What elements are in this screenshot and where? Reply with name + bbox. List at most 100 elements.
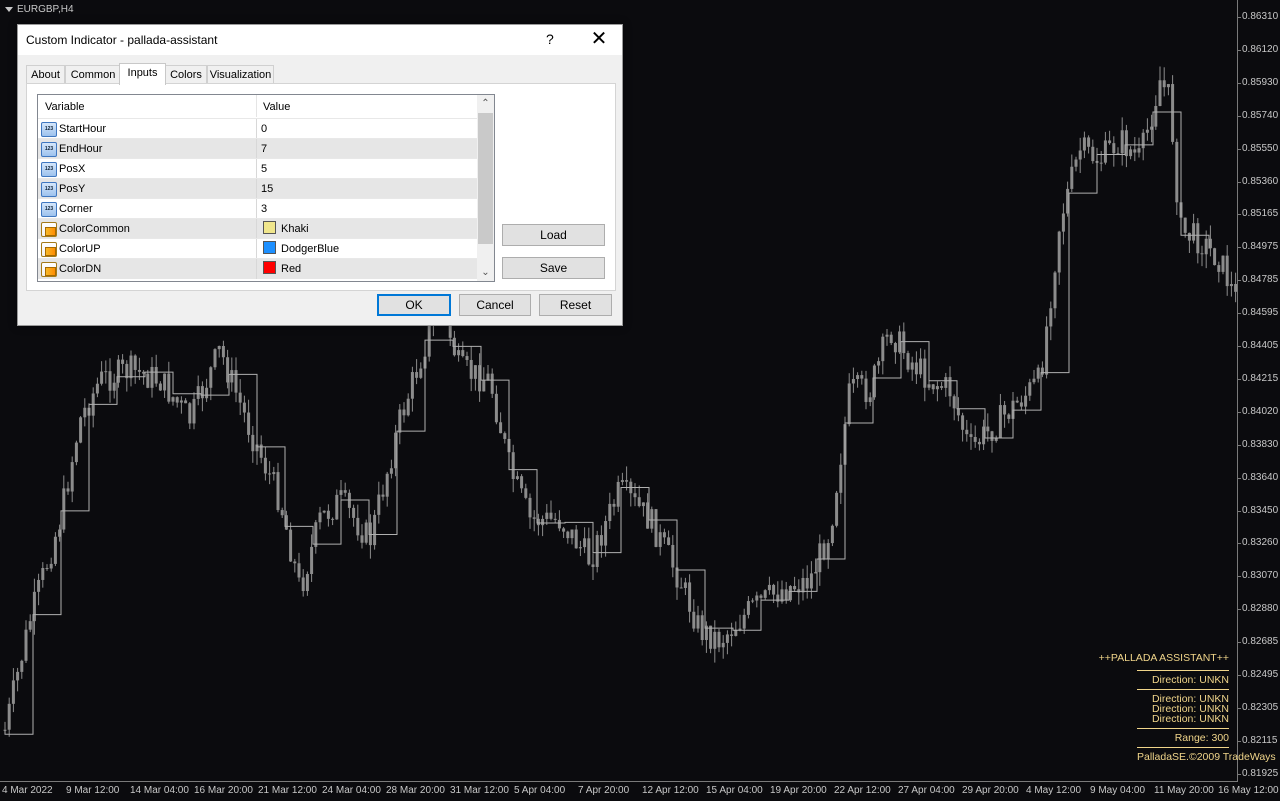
number-icon: 123 <box>41 162 57 177</box>
candle <box>629 478 633 507</box>
table-row[interactable]: 123 Corner 3 <box>38 198 477 219</box>
candle <box>314 519 318 554</box>
panel-range: Range: 300 <box>1174 732 1229 744</box>
candle <box>700 610 704 646</box>
column-divider <box>256 179 257 199</box>
panel-divider <box>1137 670 1229 671</box>
tab-colors[interactable]: Colors <box>165 65 207 84</box>
candle <box>41 562 45 588</box>
candle <box>171 396 175 406</box>
candle <box>1213 247 1217 266</box>
candle <box>1217 261 1221 283</box>
variable-name: PosY <box>59 183 86 195</box>
candle <box>188 402 192 430</box>
candle <box>150 357 154 398</box>
candle <box>205 378 209 402</box>
table-row[interactable]: ColorDN Red <box>38 258 477 279</box>
table-row[interactable]: ColorCommon Khaki <box>38 218 477 239</box>
number-icon: 123 <box>41 202 57 217</box>
candle <box>1133 137 1137 162</box>
load-button[interactable]: Load <box>502 224 605 246</box>
number-icon: 123 <box>41 122 57 137</box>
variable-value[interactable]: DodgerBlue <box>261 239 339 259</box>
table-row[interactable]: 123 PosY 15 <box>38 178 477 199</box>
candle <box>95 377 99 398</box>
price-axis[interactable]: 0.86310 0.86120 0.85930 0.85740 0.85550 0.853… <box>1237 0 1280 781</box>
variable-value[interactable]: 3 <box>261 199 267 219</box>
time-axis[interactable]: 4 Mar 2022 9 Mar 12:00 14 Mar 04:00 16 Mar … <box>0 781 1279 801</box>
variable-value[interactable]: Khaki <box>261 219 309 239</box>
variable-value[interactable]: 0 <box>261 119 267 139</box>
dialog-titlebar[interactable]: Custom Indicator - pallada-assistant ? ✕ <box>18 25 622 55</box>
column-variable-header[interactable]: Variable <box>45 95 85 117</box>
candle <box>247 399 251 443</box>
candle <box>977 438 981 451</box>
symbol-label[interactable]: EURGBP,H4 <box>5 4 74 15</box>
save-button[interactable]: Save <box>502 257 605 279</box>
help-icon[interactable]: ? <box>546 31 554 47</box>
time-label: 21 Mar 12:00 <box>258 785 317 796</box>
price-label: 0.84975 <box>1242 241 1279 253</box>
candle <box>402 402 406 423</box>
candle <box>469 346 473 392</box>
candle <box>965 419 969 442</box>
price-label: 0.82495 <box>1242 669 1279 680</box>
candle <box>263 446 267 481</box>
time-label: 7 Apr 20:00 <box>578 785 630 796</box>
column-divider <box>256 239 257 259</box>
scroll-down-icon[interactable]: ⌄ <box>477 264 494 281</box>
inputs-grid: Variable Value 123 StartHour 0 123 EndHo… <box>37 94 495 282</box>
table-row[interactable]: ColorUP DodgerBlue <box>38 238 477 259</box>
variable-value[interactable]: 15 <box>261 179 273 199</box>
reset-button[interactable]: Reset <box>539 294 612 316</box>
scroll-up-icon[interactable]: ⌃ <box>477 95 494 112</box>
candle <box>289 522 293 562</box>
candle <box>948 366 952 407</box>
candle <box>767 576 771 595</box>
variable-value[interactable]: 7 <box>261 139 267 159</box>
candle <box>419 362 423 380</box>
candle <box>66 481 70 495</box>
candle <box>1087 135 1091 154</box>
variable-value[interactable]: Red <box>261 259 301 279</box>
candle <box>100 361 104 386</box>
candle <box>524 483 528 500</box>
candle <box>486 365 490 381</box>
candle <box>973 425 977 448</box>
table-row[interactable]: 123 StartHour 0 <box>38 118 477 139</box>
price-tick <box>1237 247 1241 249</box>
column-value-header[interactable]: Value <box>263 95 290 117</box>
tab-visualization[interactable]: Visualization <box>207 65 274 84</box>
candle <box>1171 75 1175 145</box>
candle <box>360 524 364 549</box>
tab-inputs[interactable]: Inputs <box>119 63 166 85</box>
color-icon <box>41 242 57 257</box>
price-label: 0.85550 <box>1242 142 1279 154</box>
time-label: 12 Apr 12:00 <box>642 785 699 796</box>
price-label: 0.84405 <box>1242 340 1279 351</box>
scroll-thumb[interactable] <box>478 113 493 244</box>
candle <box>37 573 41 606</box>
candle <box>482 367 486 392</box>
candle <box>1045 316 1049 379</box>
time-label: 14 Mar 04:00 <box>130 785 189 796</box>
panel-divider <box>1137 728 1229 729</box>
ok-button[interactable]: OK <box>377 294 451 316</box>
time-label: 19 Apr 20:00 <box>770 785 827 796</box>
variable-value[interactable]: 5 <box>261 159 267 179</box>
price-tick <box>1237 313 1241 315</box>
table-row[interactable]: 123 EndHour 7 <box>38 138 477 159</box>
tab-common[interactable]: Common <box>65 65 121 84</box>
candle <box>877 357 881 374</box>
candle <box>990 430 994 453</box>
grid-scrollbar[interactable]: ⌃ ⌄ <box>477 95 494 281</box>
candle <box>553 512 557 524</box>
close-icon[interactable]: ✕ <box>588 27 610 51</box>
tab-about[interactable]: About <box>26 65 65 84</box>
price-label: 0.83070 <box>1242 570 1279 582</box>
variable-name: Corner <box>59 203 93 215</box>
table-row[interactable]: 123 PosX 5 <box>38 158 477 179</box>
price-tick <box>1237 740 1241 742</box>
candle <box>1137 137 1141 158</box>
cancel-button[interactable]: Cancel <box>459 294 531 316</box>
